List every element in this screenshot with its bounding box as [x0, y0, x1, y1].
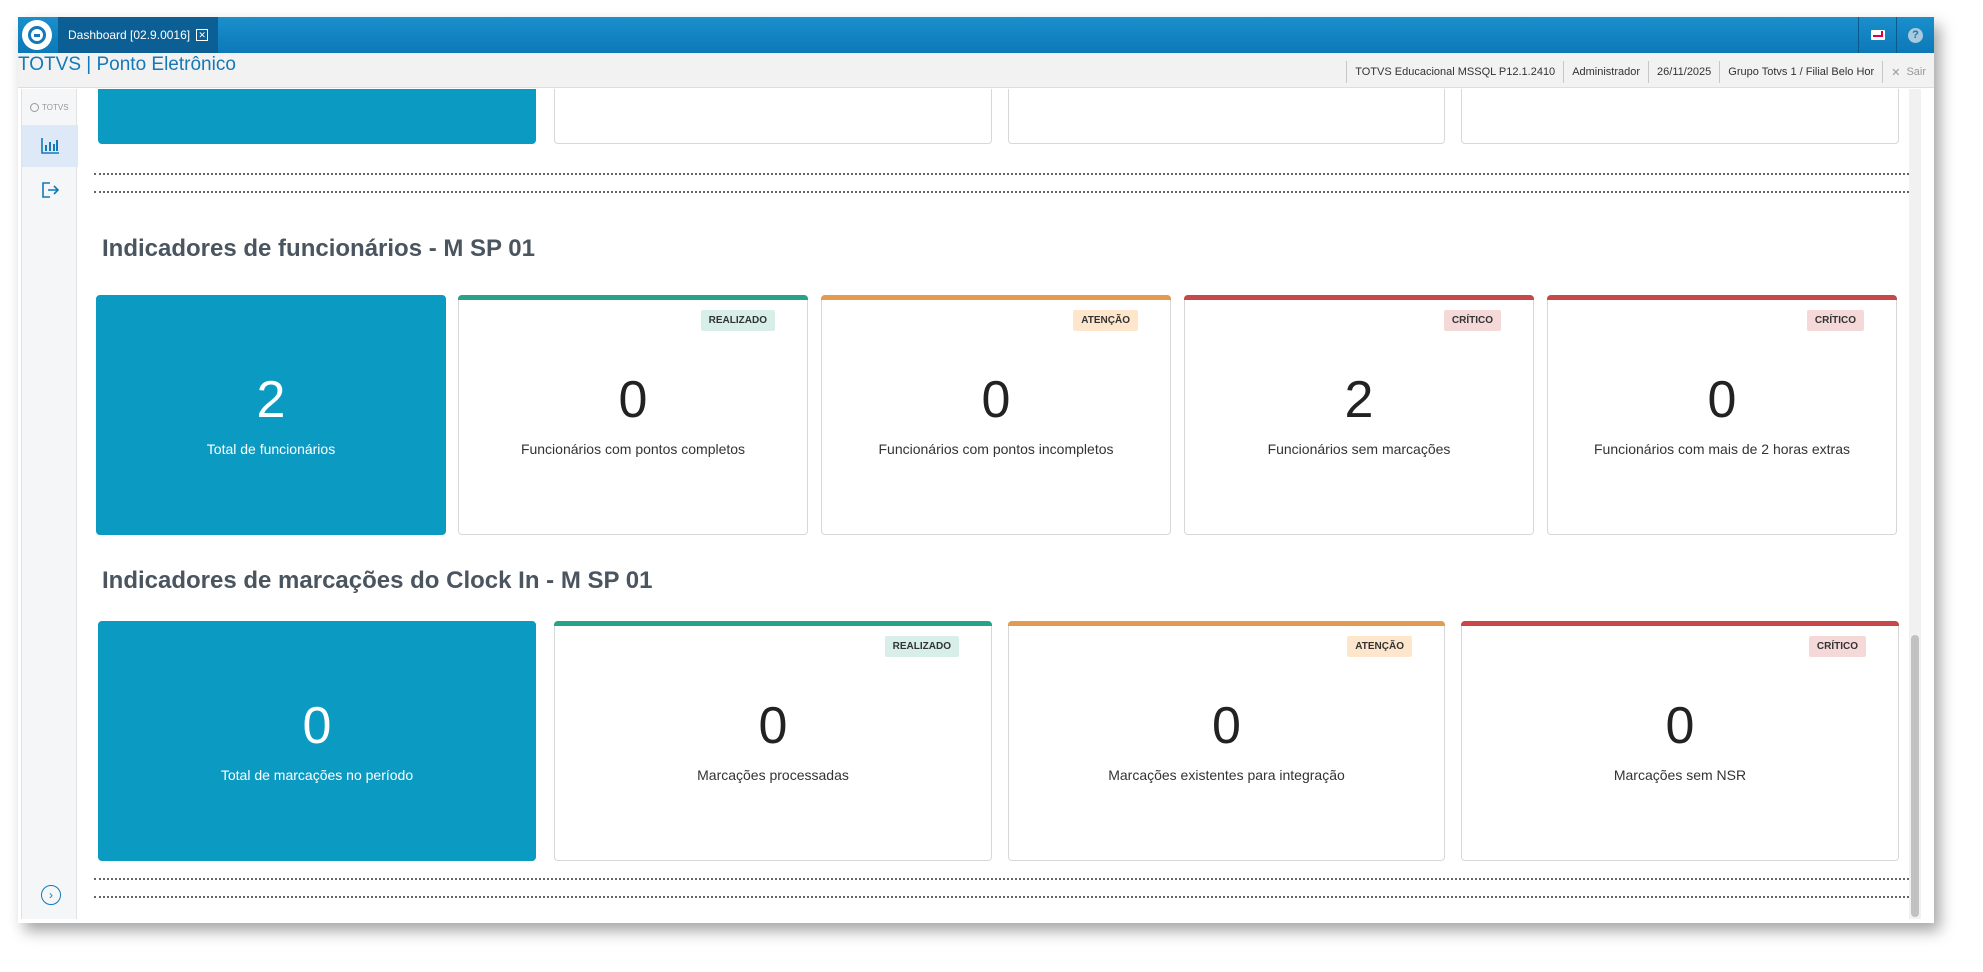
totvs-logo-icon[interactable]	[22, 20, 52, 50]
status-bar-accent	[554, 621, 992, 626]
sidebar-brand: TOTVS	[30, 103, 69, 112]
previous-card	[554, 89, 992, 144]
indicator-label: Marcações existentes para integração	[1108, 767, 1345, 783]
divider	[94, 191, 1909, 193]
close-tab-icon[interactable]: ✕	[196, 29, 209, 41]
exit-label: Sair	[1906, 66, 1926, 78]
indicator-value: 0	[302, 697, 332, 755]
previous-card	[1008, 89, 1445, 144]
app-header: TOTVS | Ponto Eletrônico TOTVS Educacion…	[18, 53, 1934, 88]
divider	[94, 878, 1909, 880]
totvs-small-logo-icon	[30, 103, 39, 112]
tab-dashboard[interactable]: Dashboard [02.9.0016] ✕	[58, 17, 219, 53]
app-title: TOTVS | Ponto Eletrônico	[18, 54, 236, 75]
scrollbar-thumb[interactable]	[1911, 635, 1919, 917]
date-info: 26/11/2025	[1648, 61, 1719, 83]
indicator-value: 0	[758, 697, 788, 755]
dashboard-content: Indicadores de funcionários - M SP 01 2 T…	[78, 89, 1921, 919]
status-badge: ATENÇÃO	[1347, 636, 1412, 657]
indicator-label: Marcações processadas	[697, 767, 849, 783]
section-title-employees: Indicadores de funcionários - M SP 01	[102, 235, 535, 262]
database-info: TOTVS Educacional MSSQL P12.1.2410	[1346, 61, 1563, 83]
status-badge: REALIZADO	[884, 636, 959, 657]
mail-button[interactable]	[1858, 17, 1896, 53]
status-bar-accent	[1184, 295, 1534, 300]
logout-icon	[42, 182, 60, 198]
indicator-value: 0	[1212, 697, 1241, 755]
previous-card-primary	[98, 89, 536, 144]
indicator-card[interactable]: 2 Total de funcionários	[96, 295, 446, 535]
indicator-card[interactable]: REALIZADO 0 Funcionários com pontos comple…	[458, 295, 808, 535]
status-bar-accent	[821, 295, 1171, 300]
section-title-clockin: Indicadores de marcações do Clock In - M…	[102, 567, 653, 594]
indicator-card[interactable]: ATENÇÃO 0 Funcionários com pontos incomple…	[821, 295, 1171, 535]
scrollbar[interactable]	[1909, 89, 1921, 919]
indicator-value: 2	[1344, 371, 1374, 429]
indicator-value: 0	[981, 371, 1011, 429]
mail-icon	[1870, 30, 1885, 40]
indicator-card[interactable]: CRÍTICO 0 Funcionários com mais de 2 horas…	[1547, 295, 1897, 535]
status-bar-accent	[1008, 621, 1445, 626]
indicator-value: 0	[1707, 371, 1737, 429]
indicator-card[interactable]: CRÍTICO 2 Funcionários sem marcações	[1184, 295, 1534, 535]
indicator-label: Total de marcações no período	[220, 767, 414, 783]
status-bar: TOTVS Educacional MSSQL P12.1.2410 Admin…	[1346, 61, 1934, 83]
previous-card	[1461, 89, 1899, 144]
status-badge: CRÍTICO	[1808, 636, 1866, 657]
indicator-card[interactable]: REALIZADO 0 Marcações processadas	[554, 621, 992, 861]
indicator-label: Funcionários com mais de 2 horas extras	[1594, 441, 1850, 457]
indicator-card[interactable]: ATENÇÃO 0 Marcações existentes para integr…	[1008, 621, 1445, 861]
sidebar: TOTVS ›	[21, 89, 78, 919]
tab-label: Dashboard [02.9.0016]	[68, 28, 191, 42]
app-window: Dashboard [02.9.0016] ✕ ? TOTVS | Ponto …	[18, 17, 1934, 923]
indicator-value: 0	[1665, 697, 1695, 755]
indicator-card[interactable]: 0 Total de marcações no período	[98, 621, 536, 861]
divider	[94, 896, 1909, 898]
status-badge: REALIZADO	[700, 310, 775, 331]
exit-button[interactable]: ✕ Sair	[1882, 61, 1934, 83]
status-bar-accent	[1461, 621, 1899, 626]
status-bar-accent	[1547, 295, 1897, 300]
help-button[interactable]: ?	[1896, 17, 1934, 53]
close-icon: ✕	[1891, 66, 1901, 79]
bar-chart-icon	[41, 138, 59, 154]
indicator-label: Funcionários com pontos completos	[520, 441, 746, 457]
indicator-card[interactable]: CRÍTICO 0 Marcações sem NSR	[1461, 621, 1899, 861]
indicator-value: 0	[618, 371, 648, 429]
status-bar-accent	[458, 295, 808, 300]
sidebar-brand-label: TOTVS	[42, 103, 69, 112]
user-info: Administrador	[1563, 61, 1648, 83]
divider	[94, 173, 1909, 175]
indicator-label: Funcionários com pontos incompletos	[878, 441, 1114, 457]
branch-info: Grupo Totvs 1 / Filial Belo Hor	[1719, 61, 1882, 83]
indicator-label: Total de funcionários	[206, 441, 336, 457]
sidebar-item-logout[interactable]	[22, 169, 78, 211]
status-badge: CRÍTICO	[1443, 310, 1501, 331]
status-badge: CRÍTICO	[1806, 310, 1864, 331]
help-icon: ?	[1908, 27, 1923, 43]
title-bar: Dashboard [02.9.0016] ✕ ?	[18, 17, 1934, 53]
indicator-label: Funcionários sem marcações	[1267, 441, 1451, 457]
sidebar-item-dashboard[interactable]	[22, 125, 78, 167]
status-badge: ATENÇÃO	[1073, 310, 1138, 331]
indicator-label: Marcações sem NSR	[1613, 767, 1747, 783]
expand-sidebar-icon[interactable]: ›	[41, 885, 61, 905]
indicator-value: 2	[256, 371, 286, 429]
